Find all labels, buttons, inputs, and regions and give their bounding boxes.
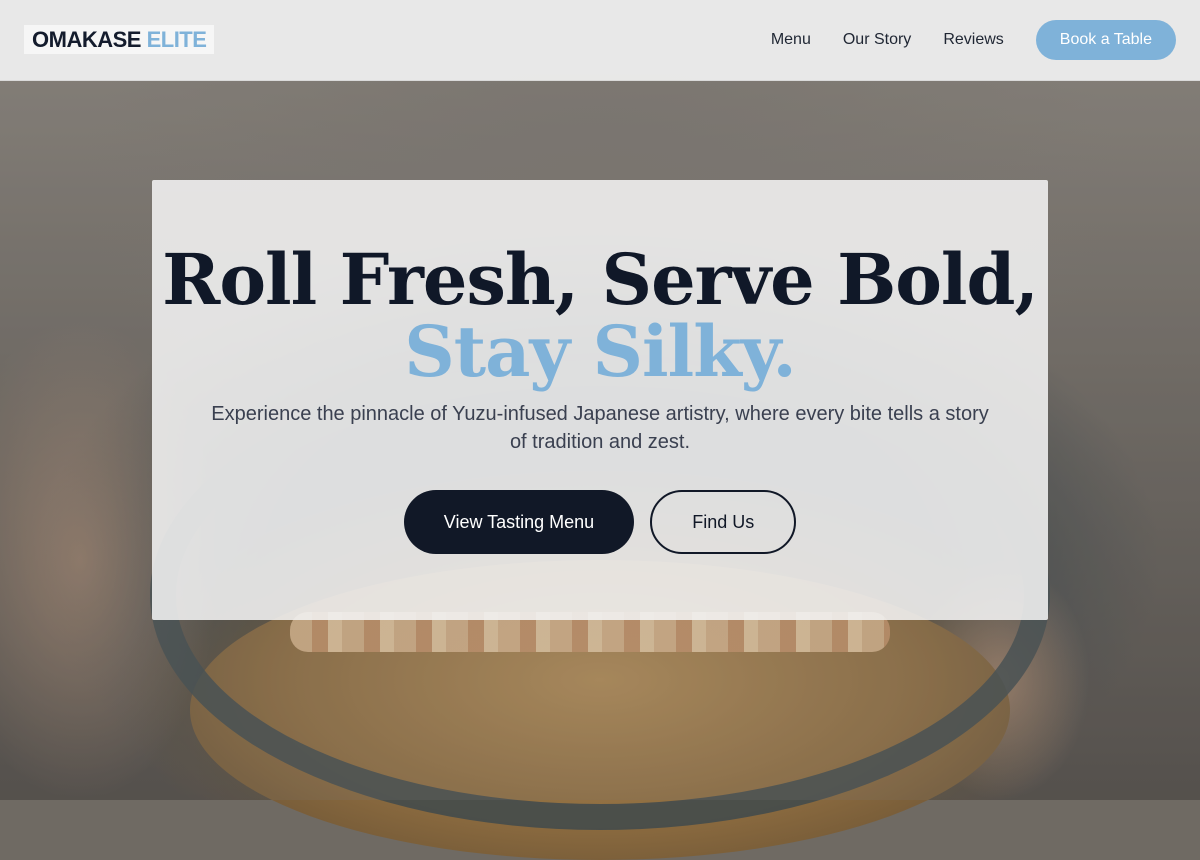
hero-card: Roll Fresh, Serve Bold, Stay Silky. Expe… xyxy=(152,180,1048,620)
find-us-button[interactable]: Find Us xyxy=(650,490,797,554)
logo-primary-text: OMAKASE xyxy=(32,26,141,52)
logo[interactable]: OMAKASE ELITE xyxy=(24,25,215,54)
nav-link-our-story[interactable]: Our Story xyxy=(843,31,911,49)
logo-accent-text: ELITE xyxy=(146,26,207,52)
hero-headline: Roll Fresh, Serve Bold, Stay Silky. xyxy=(152,244,1048,388)
hero-subtitle: Experience the pinnacle of Yuzu-infused … xyxy=(211,403,989,453)
nav-link-menu[interactable]: Menu xyxy=(771,31,811,49)
headline-line-1: Roll Fresh, Serve Bold, xyxy=(162,238,1039,321)
main-nav: Menu Our Story Reviews Book a Table xyxy=(771,20,1176,60)
hero-cta-row: View Tasting Menu Find Us xyxy=(152,490,1048,554)
site-header: OMAKASE ELITE Menu Our Story Reviews Boo… xyxy=(0,0,1200,81)
book-table-button[interactable]: Book a Table xyxy=(1035,20,1176,60)
nav-link-reviews[interactable]: Reviews xyxy=(943,31,1003,49)
view-tasting-menu-button[interactable]: View Tasting Menu xyxy=(403,490,635,554)
headline-line-2: Stay Silky. xyxy=(404,310,797,393)
